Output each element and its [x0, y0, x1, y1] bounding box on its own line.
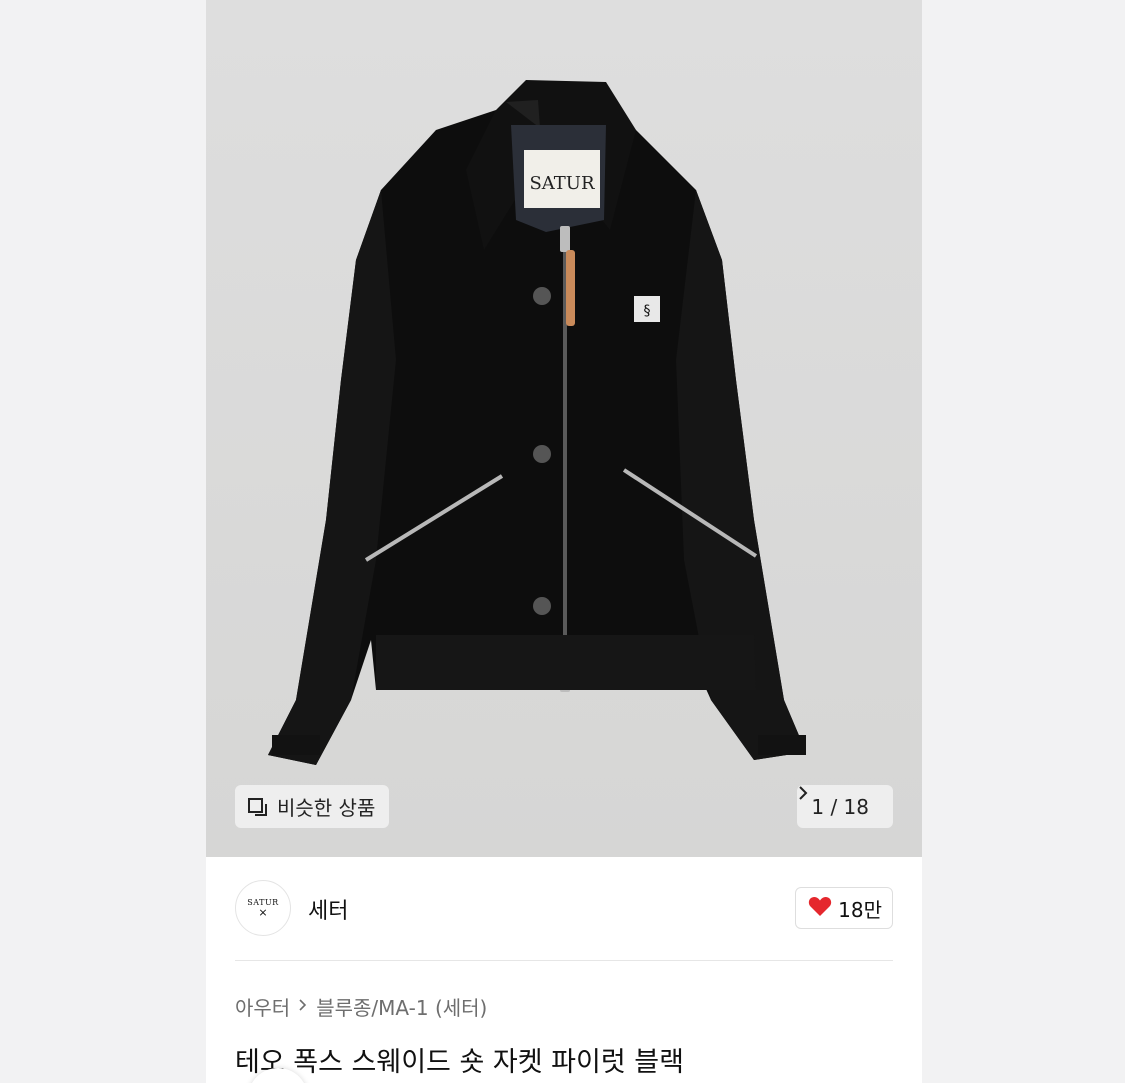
svg-text:§: §: [644, 303, 651, 319]
jacket-label: SATUR: [529, 173, 595, 194]
brand-logo-mark-icon: ⨯: [258, 905, 268, 919]
product-page: SATUR § 비슷한 상품 1 / 18 SATUR ⨯ 세터 18만 아우터…: [206, 0, 922, 1083]
chevron-right-icon: [298, 996, 308, 1017]
like-button[interactable]: 18만: [795, 887, 893, 929]
jacket-image: SATUR §: [206, 0, 922, 857]
product-image[interactable]: SATUR § 비슷한 상품 1 / 18: [206, 0, 922, 857]
similar-items-label: 비슷한 상품: [277, 796, 376, 820]
breadcrumb-item-subcategory[interactable]: 블루종/MA-1 (세터): [316, 992, 487, 1021]
similar-items-button[interactable]: 비슷한 상품: [235, 785, 390, 828]
divider: [235, 960, 893, 961]
brand-avatar[interactable]: SATUR ⨯: [235, 880, 291, 936]
like-count: 18만: [838, 897, 882, 922]
brand-row: SATUR ⨯ 세터 18만: [206, 857, 922, 961]
breadcrumb-item-category[interactable]: 아우터: [235, 992, 290, 1021]
breadcrumb: 아우터 블루종/MA-1 (세터): [235, 992, 487, 1021]
image-counter-text: 1 / 18: [811, 794, 869, 819]
product-title: 테오 폭스 스웨이드 숏 자켓 파이럿 블랙: [235, 1047, 684, 1078]
image-counter[interactable]: 1 / 18: [797, 785, 893, 828]
similar-items-icon: [247, 796, 269, 818]
brand-name[interactable]: 세터: [308, 893, 348, 925]
heart-icon: [808, 895, 832, 922]
